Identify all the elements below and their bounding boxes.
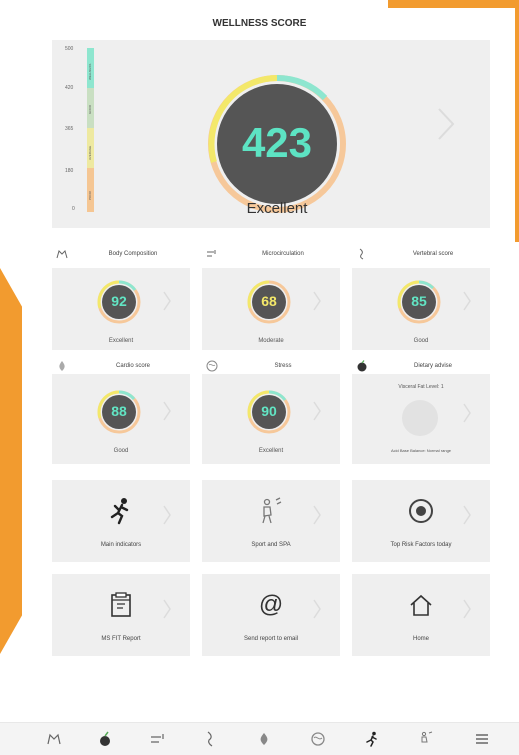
microcirculation-icon (207, 250, 216, 257)
scale-tick: 365 (65, 126, 74, 132)
scale-band-label: POOR (88, 191, 92, 200)
card-title: Vertebral score (412, 251, 454, 257)
visceral-fat-text: Visceral Fat Level: 1 (398, 384, 444, 390)
chevron-right-icon[interactable] (162, 290, 172, 312)
score-status: Moderate (258, 338, 284, 344)
chevron-right-icon[interactable] (312, 400, 322, 422)
decorative-orange-bar-right (515, 0, 519, 242)
vertebral-card[interactable]: 85 Good (352, 268, 490, 350)
scale-tick: 500 (65, 46, 74, 52)
spa-icon[interactable] (418, 731, 434, 747)
body-composition-card[interactable]: 92 Excellent (52, 268, 190, 350)
spa-icon (262, 497, 282, 524)
card-title: Stress (274, 363, 292, 369)
running-person-icon (110, 498, 129, 525)
scale-band-poor (87, 168, 94, 212)
top-risk-factors-tile[interactable]: Top Risk Factors today (352, 480, 490, 562)
spine-icon[interactable] (202, 731, 218, 747)
send-report-email-tile[interactable]: @ Send report to email (202, 574, 340, 656)
target-icon (409, 499, 433, 523)
stress-header: Stress (202, 358, 340, 374)
overall-score-gauge: 423 (207, 74, 347, 219)
microcirculation-header: Microcirculation (202, 246, 340, 262)
body-composition-icon[interactable] (46, 731, 62, 747)
body-composition-icon (56, 250, 68, 259)
chevron-right-icon[interactable] (462, 598, 472, 620)
scale-tick: 420 (65, 85, 74, 91)
scale-tick: 0 (72, 206, 75, 212)
tile-label: Sport and SPA (251, 542, 291, 548)
chevron-right-icon[interactable] (462, 504, 472, 526)
chevron-right-icon[interactable] (162, 400, 172, 422)
running-person-icon[interactable] (364, 731, 380, 747)
score-status: Good (113, 448, 129, 454)
score-status: Excellent (108, 338, 134, 344)
tile-label: Send report to email (243, 636, 299, 642)
dietary-placeholder-circle (402, 400, 438, 436)
home-icon (410, 594, 432, 616)
scale-band-label: GOOD (88, 104, 92, 114)
score-status: Excellent (258, 448, 284, 454)
cardio-icon[interactable] (256, 731, 272, 747)
score-value: 85 (411, 293, 427, 309)
page-title: WELLNESS SCORE (212, 18, 307, 29)
chevron-right-icon[interactable] (462, 290, 472, 312)
chevron-right-icon[interactable] (462, 402, 472, 424)
report-icon (111, 592, 131, 617)
at-icon: @ (258, 591, 284, 618)
microcirculation-card[interactable]: 68 Moderate (202, 268, 340, 350)
wellness-score-panel[interactable]: 500 420 365 180 0 WELLNESS GOOD AVERAGE … (52, 40, 490, 228)
acid-base-text: Acid Base Balance: Normal range (390, 448, 452, 453)
bottom-navigation-bar (0, 722, 519, 755)
ms-fit-report-tile[interactable]: MS FIT Report (52, 574, 190, 656)
apple-icon[interactable] (97, 731, 113, 747)
chevron-right-icon[interactable] (162, 598, 172, 620)
menu-icon[interactable] (474, 731, 490, 747)
card-title: Dietary advise (413, 363, 452, 369)
brain-icon[interactable] (310, 731, 326, 747)
cardio-card[interactable]: 88 Good (52, 374, 190, 464)
body-composition-header: Body Composition (52, 246, 190, 262)
dietary-header: Dietary advise (352, 358, 490, 374)
card-title: Microcirculation (262, 251, 304, 257)
sport-spa-tile[interactable]: Sport and SPA (202, 480, 340, 562)
chevron-right-icon[interactable] (312, 504, 322, 526)
dietary-card[interactable]: Visceral Fat Level: 1 Acid Base Balance:… (352, 374, 490, 464)
tile-label: Home (412, 636, 429, 642)
tile-label: MS FIT Report (101, 636, 141, 642)
chevron-right-icon[interactable] (312, 290, 322, 312)
home-tile[interactable]: Home (352, 574, 490, 656)
apple-icon (357, 360, 367, 372)
brain-icon (206, 360, 218, 372)
chevron-right-icon[interactable] (436, 106, 456, 142)
overall-score-label: Excellent (246, 200, 308, 217)
vertebral-header: Vertebral score (352, 246, 490, 262)
stress-card[interactable]: 90 Excellent (202, 374, 340, 464)
chevron-right-icon[interactable] (312, 598, 322, 620)
score-value: 92 (111, 293, 127, 309)
main-indicators-tile[interactable]: Main indicators (52, 480, 190, 562)
microcirculation-icon[interactable] (150, 731, 166, 747)
overall-score-value: 423 (241, 119, 313, 166)
chevron-right-icon[interactable] (162, 504, 172, 526)
score-value: 68 (261, 293, 277, 309)
decorative-orange-bar-top (388, 0, 519, 8)
cardio-icon (59, 361, 65, 371)
tile-label: Main indicators (100, 542, 142, 548)
scale-band-label: WELLNESS (88, 63, 92, 80)
spine-icon (359, 248, 364, 260)
score-value: 88 (111, 403, 127, 419)
scale-band-label: AVERAGE (88, 145, 92, 160)
score-value: 90 (261, 403, 277, 419)
card-title: Body Composition (108, 251, 158, 257)
card-title: Cardio score (115, 363, 150, 369)
tile-label: Top Risk Factors today (390, 542, 452, 548)
scale-tick: 180 (65, 168, 74, 174)
decorative-orange-bar-left (0, 268, 22, 654)
cardio-header: Cardio score (52, 358, 190, 374)
score-status: Good (413, 338, 429, 344)
